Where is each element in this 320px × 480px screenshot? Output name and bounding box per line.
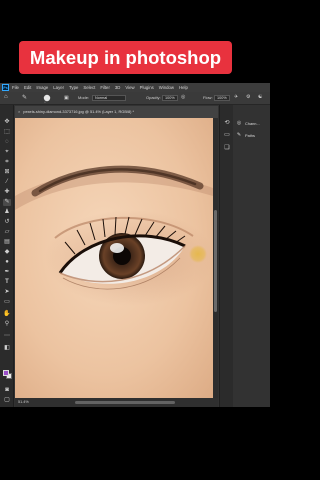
move-tool-icon[interactable]: ✥ [3,119,11,126]
path-selection-tool-icon[interactable]: ➤ [3,289,11,296]
home-icon[interactable]: ⌂ [4,94,8,100]
clone-stamp-tool-icon[interactable]: ♟ [3,209,11,216]
menu-view[interactable]: View [125,85,134,90]
menu-bar: Ps File Edit Image Layer Type Select Fil… [0,83,270,92]
vertical-scrollbar[interactable] [213,118,218,398]
vertical-scrollbar-thumb[interactable] [214,210,217,312]
photoshop-logo: Ps [2,84,9,91]
menu-filter[interactable]: Filter [100,85,110,90]
quick-select-tool-icon[interactable]: ⌖ [3,149,11,156]
libraries-panel-icon[interactable]: ❑ [223,143,231,151]
photoshop-window: Ps File Edit Image Layer Type Select Fil… [0,83,270,407]
edit-toolbar-icon[interactable]: ⋯ [3,333,11,340]
default-colors-icon[interactable]: ◧ [3,345,11,352]
pen-tool-icon[interactable]: ✒ [3,269,11,276]
opacity-input[interactable]: 100% [162,95,178,101]
collapsed-panels: ◎ Chann... ✎ Paths [234,105,270,407]
foreground-color-swatch[interactable] [3,370,9,376]
lasso-tool-icon[interactable]: ◌ [3,139,11,146]
rectangle-tool-icon[interactable]: ▭ [3,299,11,306]
paths-panel-label: Paths [245,132,255,138]
eraser-tool-icon[interactable]: ▱ [3,229,11,236]
brush-preset-icon[interactable]: ✎ [22,94,27,101]
brush-size-picker[interactable]: • [43,94,53,104]
menu-image[interactable]: Image [36,85,48,90]
opacity-label: Opacity: [146,95,161,100]
symmetry-icon[interactable]: ☯ [258,94,262,100]
blur-tool-icon[interactable]: ◆ [3,249,11,256]
video-title-banner: Makeup in photoshop [19,41,232,74]
pressure-opacity-icon[interactable]: ◎ [181,94,185,100]
flow-input[interactable]: 100% [214,95,230,101]
brush-tip-icon: • [43,94,51,104]
tools-panel: ✥ ⬚ ◌ ⌖ ⌗ ⊠ ⁄ ✚ ✎ ♟ ↺ ▱ ▤ ◆ ● ✒ T ➤ ▭ ✋ … [0,105,14,407]
brush-tool-icon[interactable]: ✎ [3,199,11,206]
channels-icon: ◎ [236,120,242,126]
menu-file[interactable]: File [12,85,19,90]
eyedropper-tool-icon[interactable]: ⁄ [3,179,11,186]
menu-window[interactable]: Window [159,85,174,90]
paths-panel-tab[interactable]: ✎ Paths [236,130,255,140]
video-frame: Makeup in photoshop Ps File Edit Image L… [0,0,270,480]
history-brush-tool-icon[interactable]: ↺ [3,219,11,226]
menu-layer[interactable]: Layer [53,85,64,90]
panel-dock: ⟲ ▭ ❑ [219,105,233,407]
options-bar: ⌂ ✎ • ▣ Mode: Normal Opacity: 100% ◎ Flo… [0,92,270,105]
healing-brush-tool-icon[interactable]: ✚ [3,189,11,196]
menu-plugins[interactable]: Plugins [140,85,154,90]
brush-settings-icon[interactable]: ▣ [64,95,69,101]
mode-select[interactable]: Normal [92,95,126,101]
channels-panel-tab[interactable]: ◎ Chann... [236,118,260,128]
menu-select[interactable]: Select [83,85,95,90]
document-tab-close-icon[interactable]: × [18,109,20,114]
history-panel-icon[interactable]: ⟲ [223,118,231,126]
mode-label: Mode: [78,95,90,100]
frame-tool-icon[interactable]: ⊠ [3,169,11,176]
menu-edit[interactable]: Edit [24,85,31,90]
brush-cursor [189,245,207,263]
zoom-level[interactable]: 51.4% [18,400,29,404]
document-tab-title: pexels-shiny-diamond-3373716.jpg @ 51.4%… [23,109,135,114]
menu-help[interactable]: Help [179,85,188,90]
comments-panel-icon[interactable]: ▭ [223,130,231,138]
document-canvas[interactable] [15,118,213,398]
screen-mode-icon[interactable]: ▢ [3,397,11,404]
channels-panel-label: Chann... [245,120,260,126]
document-tab[interactable]: × pexels-shiny-diamond-3373716.jpg @ 51.4… [15,106,218,118]
zoom-tool-icon[interactable]: ⚲ [3,321,11,328]
horizontal-scrollbar-thumb[interactable] [75,401,175,404]
marquee-tool-icon[interactable]: ⬚ [3,129,11,136]
eye-photo [15,118,213,398]
quick-mask-icon[interactable]: ◙ [3,387,11,394]
crop-tool-icon[interactable]: ⌗ [3,159,11,166]
gradient-tool-icon[interactable]: ▤ [3,239,11,246]
airbrush-icon[interactable]: ✈ [234,94,238,100]
flow-label: Flow: [203,95,213,100]
paths-icon: ✎ [236,132,242,138]
hand-tool-icon[interactable]: ✋ [3,311,11,318]
menu-3d[interactable]: 3D [115,85,121,90]
type-tool-icon[interactable]: T [3,279,11,286]
dodge-tool-icon[interactable]: ● [3,259,11,266]
menu-type[interactable]: Type [69,85,78,90]
smoothing-icon[interactable]: ⚙ [246,94,250,100]
svg-text:•: • [45,100,46,103]
